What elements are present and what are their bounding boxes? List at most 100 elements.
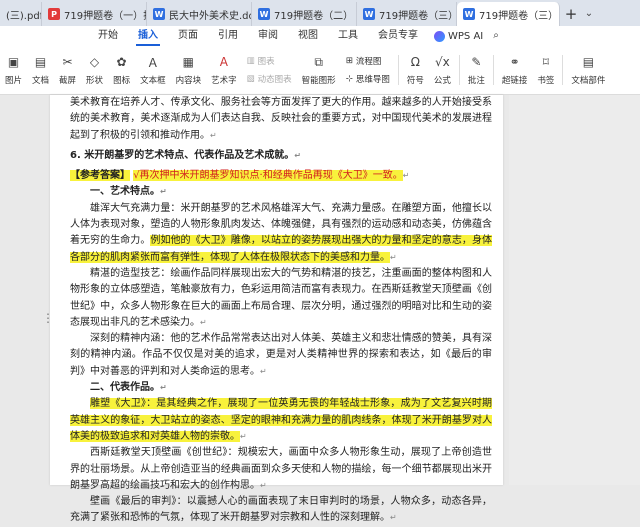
dynamic-chart-button[interactable]: ▧ 动态图表	[247, 73, 292, 85]
chart-group: ▥ 图表 ▧ 动态图表	[242, 48, 297, 92]
doc-parts-button[interactable]: ▤ 文档部件	[566, 48, 610, 92]
tab-label: 719押题卷（三）	[379, 10, 457, 22]
paragraph: 精湛的造型技艺：绘画作品同样展现出宏大的气势和精湛的技艺，注重画面的整体构图和人…	[70, 267, 492, 328]
content-block-button[interactable]: ▦ 内容块	[171, 48, 207, 92]
document-content[interactable]: 美术教育在培养人才、传承文化、服务社会等方面发挥了更大的作用。越来越多的人开始接…	[70, 95, 492, 527]
wps-ai-label: WPS AI	[448, 30, 484, 42]
new-tab-icon[interactable]: +	[560, 2, 582, 26]
paragraph-text: 壁画《最后的审判》：以震撼人心的画面表现了末日审判时的场景，人物众多，动态各异，…	[70, 496, 492, 524]
document-page[interactable]: 美术教育在培养人才、传承文化、服务社会等方面发挥了更大的作用。越来越多的人开始接…	[50, 95, 503, 523]
hyperlink-button[interactable]: ⚭ 超链接	[497, 48, 533, 92]
menu-insert[interactable]: 插入	[128, 26, 168, 46]
right-gutter	[509, 95, 640, 485]
tab-doc-3[interactable]: W 719押题卷（三）	[357, 2, 457, 26]
menu-page[interactable]: 页面	[168, 26, 208, 46]
smart-shape-label: 智能图形	[301, 76, 336, 86]
hyperlink-label: 超链接	[501, 76, 528, 86]
shape-button[interactable]: ◇ 形状	[81, 48, 108, 92]
tab-doc-3-active[interactable]: W 719押题卷（三） ✕	[457, 2, 560, 26]
omega-icon: Ω	[410, 55, 420, 69]
bookmark-icon: ⌑	[542, 55, 549, 69]
menu-member[interactable]: 会员专享	[368, 26, 428, 46]
chevron-down-icon[interactable]: ⌄	[582, 2, 596, 26]
comment-button[interactable]: ✎ 批注	[463, 48, 490, 92]
formula-label: 公式	[433, 76, 451, 86]
picture-label: 图片	[5, 76, 23, 86]
doc-button[interactable]: ▤ 文档	[27, 48, 54, 92]
paragraph-text: 精湛的造型技艺：绘画作品同样展现出宏大的气势和精湛的技艺，注重画面的整体构图和人…	[70, 267, 492, 328]
art-text-button[interactable]: A 艺术字	[206, 48, 242, 92]
menu-review[interactable]: 审阅	[248, 26, 288, 46]
screenshot-button[interactable]: ✂ 截屏	[54, 48, 81, 92]
tab-doc-art-history[interactable]: W 民大中外美术史.docx	[147, 2, 252, 26]
smart-shape-icon: ⧉	[314, 54, 323, 69]
menu-tools[interactable]: 工具	[328, 26, 368, 46]
textbox-label: 文本框	[140, 76, 166, 86]
tab-label: (三).pdf	[6, 10, 42, 22]
menu-reference[interactable]: 引用	[208, 26, 248, 46]
bookmark-label: 书签	[537, 76, 555, 86]
answer-label: 【参考答案】	[70, 170, 130, 182]
divider	[397, 55, 399, 85]
symbol-label: 符号	[406, 76, 424, 86]
highlighted-text: 雕塑《大卫》：是其经典之作，展现了一位英勇无畏的年轻战士形象，成为了文艺复兴时期…	[70, 398, 492, 442]
formula-button[interactable]: √x 公式	[429, 48, 456, 92]
picture-icon: ▣	[7, 55, 20, 69]
word-file-icon: W	[153, 8, 165, 20]
content-block-label: 内容块	[175, 76, 202, 86]
tab-doc-2[interactable]: W 719押题卷（二）	[252, 2, 357, 26]
divider	[562, 55, 564, 85]
paragraph-text: 美术教育在培养人才、传承文化、服务社会等方面发挥了更大的作用。越来越多的人开始接…	[70, 97, 492, 141]
screenshot-label: 截屏	[59, 76, 77, 86]
paragraph: 美术教育在培养人才、传承文化、服务社会等方面发挥了更大的作用。越来越多的人开始接…	[70, 97, 492, 141]
menu-view[interactable]: 视图	[288, 26, 328, 46]
menu-home[interactable]: 开始	[88, 26, 128, 46]
answer-line: 【参考答案】 √再次押中米开朗基罗知识点·和经典作品再现《大卫》一致。↵	[70, 170, 410, 182]
word-file-icon: W	[463, 8, 475, 20]
document-icon: ▤	[34, 55, 47, 69]
paragraph: 雕塑《大卫》：是其经典之作，展现了一位英勇无畏的年轻战士形象，成为了文艺复兴时期…	[70, 398, 492, 442]
tab-label: 719押题卷（二）	[274, 10, 354, 22]
doc-parts-label: 文档部件	[571, 76, 606, 86]
wps-ai-button[interactable]: WPS AI	[428, 30, 489, 42]
tab-label: 719押题卷（三）	[479, 10, 559, 22]
paragraph: 西斯廷教堂天顶壁画《创世纪》：规模宏大，画面中众多人物形象生动，展现了上帝创造世…	[70, 447, 492, 491]
menu-bar: 开始 插入 页面 引用 审阅 视图 工具 会员专享 WPS AI ⌕	[0, 26, 640, 46]
icon-button[interactable]: ✿ 图标	[108, 48, 135, 92]
pdf-file-icon: P	[48, 8, 60, 20]
document-tab-bar: (三).pdf P 719押题卷（一）押 W 民大中外美术史.docx W 71…	[0, 0, 640, 26]
section-heading: 一、艺术特点。↵	[90, 186, 167, 198]
textbox-button[interactable]: Ａ 文本框	[135, 48, 171, 92]
mindmap-button[interactable]: ⊹ 思维导图	[346, 73, 390, 85]
picture-button[interactable]: ▣ 图片	[0, 48, 27, 92]
comment-label: 批注	[467, 76, 485, 86]
paragraph: 雄浑大气充满力量：米开朗基罗的艺术风格雄浑大气、充满力量感。在雕塑方面，他擅长以…	[70, 202, 492, 263]
mindmap-label: 思维导图	[355, 75, 390, 85]
question-heading: 6. 米开朗基罗的艺术特点、代表作品及艺术成就。↵	[70, 149, 301, 161]
shape-icon: ◇	[89, 55, 100, 69]
textbox-icon: Ａ	[146, 55, 159, 70]
doc-label: 文档	[32, 76, 50, 86]
bookmark-button[interactable]: ⌑ 书签	[532, 48, 559, 92]
smart-shape-button[interactable]: ⧉ 智能图形	[297, 48, 341, 92]
answer-note: √再次押中米开朗基罗知识点·和经典作品再现《大卫》一致。	[133, 170, 403, 182]
chart-label: 图表	[257, 57, 275, 67]
tab-label: 民大中外美术史.docx	[169, 10, 251, 22]
word-file-icon: W	[363, 8, 375, 20]
paragraph-text: 西斯廷教堂天顶壁画《创世纪》：规模宏大，画面中众多人物形象生动，展现了上帝创造世…	[70, 447, 492, 491]
wps-ai-icon	[434, 30, 445, 42]
art-text-icon: A	[219, 55, 228, 69]
formula-icon: √x	[434, 55, 450, 69]
search-icon[interactable]: ⌕	[489, 26, 503, 46]
section-heading-text: 二、代表作品。	[90, 382, 160, 394]
content-block-icon: ▦	[182, 55, 195, 69]
section-heading-text: 一、艺术特点。	[90, 186, 160, 198]
chart-button[interactable]: ▥ 图表	[247, 55, 292, 67]
symbol-button[interactable]: Ω 符号	[402, 48, 429, 92]
tab-pdf-3[interactable]: (三).pdf	[0, 2, 42, 26]
flowchart-button[interactable]: ⊞ 流程图	[346, 55, 390, 67]
art-text-label: 艺术字	[211, 76, 237, 86]
tab-label: 719押题卷（一）押	[64, 10, 147, 22]
question-text: 6. 米开朗基罗的艺术特点、代表作品及艺术成就。	[70, 149, 295, 161]
tab-pdf-1[interactable]: P 719押题卷（一）押	[42, 2, 147, 26]
